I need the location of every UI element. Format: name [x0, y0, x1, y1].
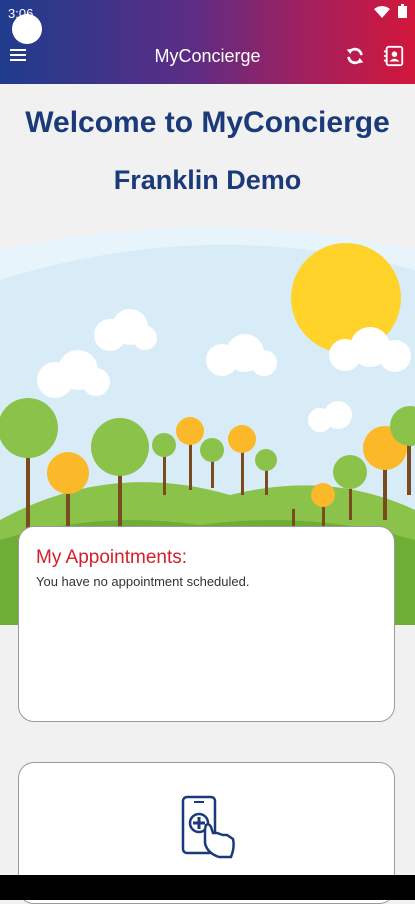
appointments-title: My Appointments: [36, 547, 188, 568]
appointments-empty-message: You have no appointment scheduled. [36, 574, 250, 589]
refresh-icon[interactable] [344, 45, 366, 67]
app-bar: 3:06 MyConcierge [0, 0, 415, 84]
system-navigation-bar [0, 875, 415, 900]
phone-tap-icon [181, 795, 235, 859]
status-time: 3:06 [8, 6, 34, 21]
status-icons [374, 4, 407, 21]
battery-icon [398, 4, 407, 18]
appointments-card[interactable]: My Appointments: You have no appointment… [18, 526, 395, 722]
welcome-heading: Welcome to MyConcierge [25, 106, 390, 139]
organization-name: Franklin Demo [113, 165, 302, 195]
wifi-icon [374, 6, 391, 18]
contact-card-icon[interactable] [383, 45, 405, 67]
